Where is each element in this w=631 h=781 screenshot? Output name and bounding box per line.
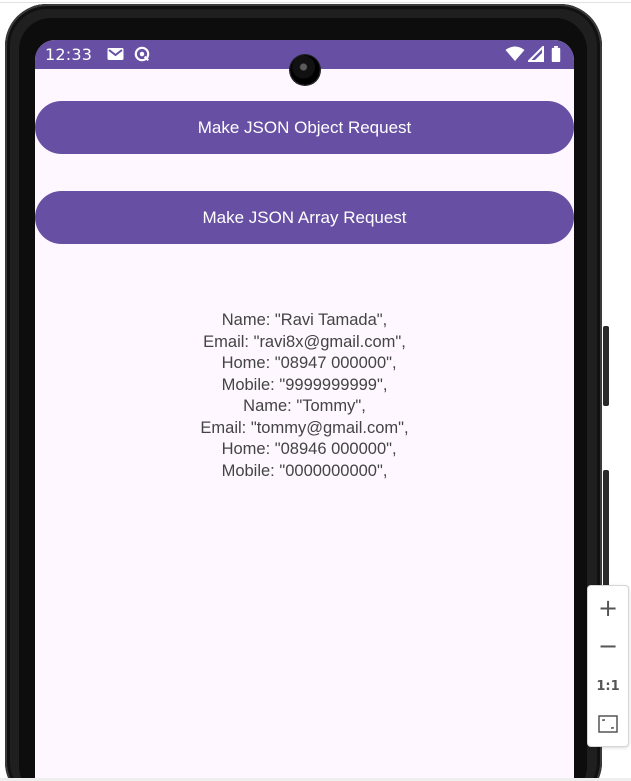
response-line: Email: "ravi8x@gmail.com", — [203, 332, 406, 351]
response-text: Name: "Ravi Tamada", Email: "ravi8x@gmai… — [35, 310, 574, 482]
response-line: Home: "08946 000000", — [212, 440, 397, 458]
wifi-icon — [505, 46, 525, 61]
gmail-icon — [107, 48, 124, 60]
zoom-out-button[interactable]: − — [588, 628, 628, 664]
volume-button[interactable] — [603, 470, 609, 590]
make-json-object-request-button[interactable]: Make JSON Object Request — [35, 101, 574, 154]
sync-icon — [134, 46, 150, 62]
emulator-canvas: 12:33 Make JSON Object Request Make JSON… — [0, 0, 631, 781]
make-json-array-request-button[interactable]: Make JSON Array Request — [35, 191, 574, 244]
power-button[interactable] — [603, 326, 609, 406]
actual-size-button[interactable]: 1:1 — [588, 668, 628, 704]
front-camera — [290, 55, 320, 85]
status-time: 12:33 — [45, 45, 93, 64]
response-line: Name: "Tommy", — [243, 397, 366, 415]
app-screen: 12:33 Make JSON Object Request Make JSON… — [35, 40, 574, 781]
response-line: Email: "tommy@gmail.com", — [200, 418, 409, 437]
emulator-zoom-panel: + − 1:1 — [587, 585, 629, 747]
response-line: Home: "08947 000000", — [212, 354, 397, 372]
fit-screen-button[interactable] — [588, 706, 628, 742]
battery-icon — [551, 46, 561, 62]
response-line: Name: "Ravi Tamada", — [221, 311, 388, 329]
response-line: Mobile: "9999999999", — [221, 375, 388, 394]
fit-screen-icon — [598, 715, 618, 733]
top-divider — [0, 2, 631, 3]
signal-icon — [528, 46, 544, 62]
response-line: Mobile: "0000000000", — [221, 461, 388, 480]
zoom-in-button[interactable]: + — [588, 590, 628, 626]
